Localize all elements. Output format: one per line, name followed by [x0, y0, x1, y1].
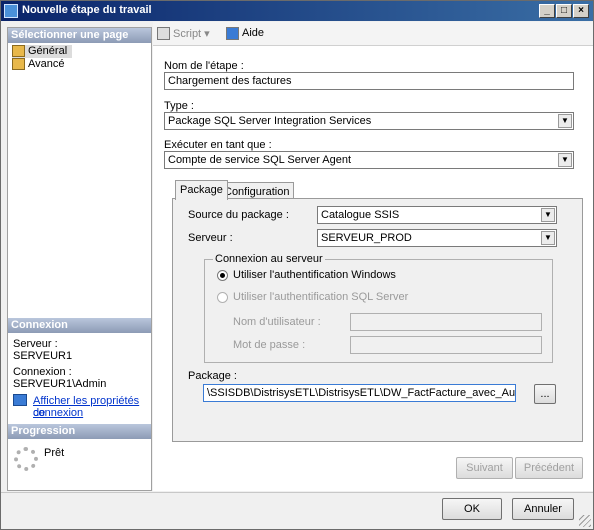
progress-header: Progression — [8, 424, 151, 439]
script-button[interactable]: Script ▾ — [157, 27, 210, 41]
progress-spinner-icon — [14, 447, 38, 471]
tab-package[interactable]: Package — [175, 180, 228, 200]
browse-package-button[interactable]: ... — [534, 384, 556, 404]
sql-auth-label[interactable]: Utiliser l'authentification SQL Server — [233, 291, 408, 303]
windows-auth-radio[interactable] — [217, 270, 228, 281]
chevron-down-icon[interactable]: ▼ — [558, 114, 572, 128]
page-item-advanced[interactable]: Avancé — [12, 58, 72, 71]
step-name-input[interactable]: Chargement des factures — [164, 72, 574, 90]
page-item-general[interactable]: Général — [12, 45, 72, 58]
left-panel: Sélectionner une page Général Avancé Con… — [7, 27, 152, 491]
page-icon — [12, 58, 25, 70]
type-label: Type : — [164, 100, 194, 112]
sql-auth-radio[interactable] — [217, 292, 228, 303]
username-input[interactable] — [350, 313, 542, 331]
progress-status: Prêt — [44, 447, 65, 459]
run-as-select[interactable]: Compte de service SQL Server Agent ▼ — [164, 151, 574, 169]
chevron-down-icon[interactable]: ▼ — [558, 153, 572, 167]
help-button[interactable]: Aide — [226, 27, 264, 41]
page-item-label: Général — [28, 45, 68, 57]
windows-auth-label[interactable]: Utiliser l'authentification Windows — [233, 269, 396, 281]
password-label: Mot de passe : — [233, 339, 306, 351]
cancel-button[interactable]: Annuler — [512, 498, 574, 520]
connection-header: Connexion — [8, 318, 151, 333]
maximize-button[interactable]: □ — [556, 4, 572, 18]
step-name-label: Nom de l'étape : — [164, 60, 244, 72]
connection-label: Connexion : — [13, 366, 72, 378]
script-label: Script — [173, 28, 202, 40]
close-button[interactable]: × — [573, 4, 589, 18]
view-connection-properties-link-2[interactable]: connexion — [33, 407, 83, 419]
dialog-window: Nouvelle étape du travail _ □ × Sélectio… — [0, 0, 594, 530]
password-input[interactable] — [350, 336, 542, 354]
type-value: Package SQL Server Integration Services — [168, 115, 372, 127]
toolbar: Script ▾ Aide — [153, 22, 593, 46]
properties-icon — [13, 394, 27, 406]
package-source-select[interactable]: Catalogue SSIS ▼ — [317, 206, 557, 224]
title-bar[interactable]: Nouvelle étape du travail _ □ × — [1, 1, 593, 21]
resize-grip-icon[interactable] — [579, 515, 591, 527]
ok-button[interactable]: OK — [442, 498, 502, 520]
help-label: Aide — [242, 27, 265, 39]
select-page-header: Sélectionner une page — [8, 28, 151, 43]
package-server-value: SERVEUR_PROD — [321, 232, 412, 244]
server-connection-legend: Connexion au serveur — [213, 253, 325, 265]
page-item-label: Avancé — [28, 58, 65, 70]
previous-button[interactable]: Précédent — [515, 457, 583, 479]
package-source-value: Catalogue SSIS — [321, 209, 400, 221]
chevron-down-icon[interactable]: ▼ — [541, 208, 555, 222]
connection-value: SERVEUR1\Admin — [13, 378, 107, 390]
chevron-down-icon[interactable]: ▼ — [541, 231, 555, 245]
package-path-label: Package : — [188, 370, 237, 382]
page-icon — [12, 45, 25, 57]
minimize-button[interactable]: _ — [539, 4, 555, 18]
server-value: SERVEUR1 — [13, 350, 73, 362]
username-label: Nom d'utilisateur : — [233, 316, 321, 328]
help-icon — [226, 27, 239, 40]
run-as-value: Compte de service SQL Server Agent — [168, 154, 352, 166]
footer-divider — [1, 492, 593, 493]
package-server-label: Serveur : — [188, 232, 233, 244]
window-title: Nouvelle étape du travail — [22, 4, 152, 16]
package-path-input[interactable]: \SSISDB\DistrisysETL\DistrisysETL\DW_Fac… — [203, 384, 516, 402]
next-button[interactable]: Suivant — [456, 457, 513, 479]
package-source-label: Source du package : — [188, 209, 289, 221]
server-label: Serveur : — [13, 338, 58, 350]
type-select[interactable]: Package SQL Server Integration Services … — [164, 112, 574, 130]
tab-configuration[interactable]: Configuration — [219, 182, 295, 199]
script-icon — [157, 27, 170, 40]
package-server-select[interactable]: SERVEUR_PROD ▼ — [317, 229, 557, 247]
app-icon — [4, 4, 18, 18]
run-as-label: Exécuter en tant que : — [164, 139, 272, 151]
